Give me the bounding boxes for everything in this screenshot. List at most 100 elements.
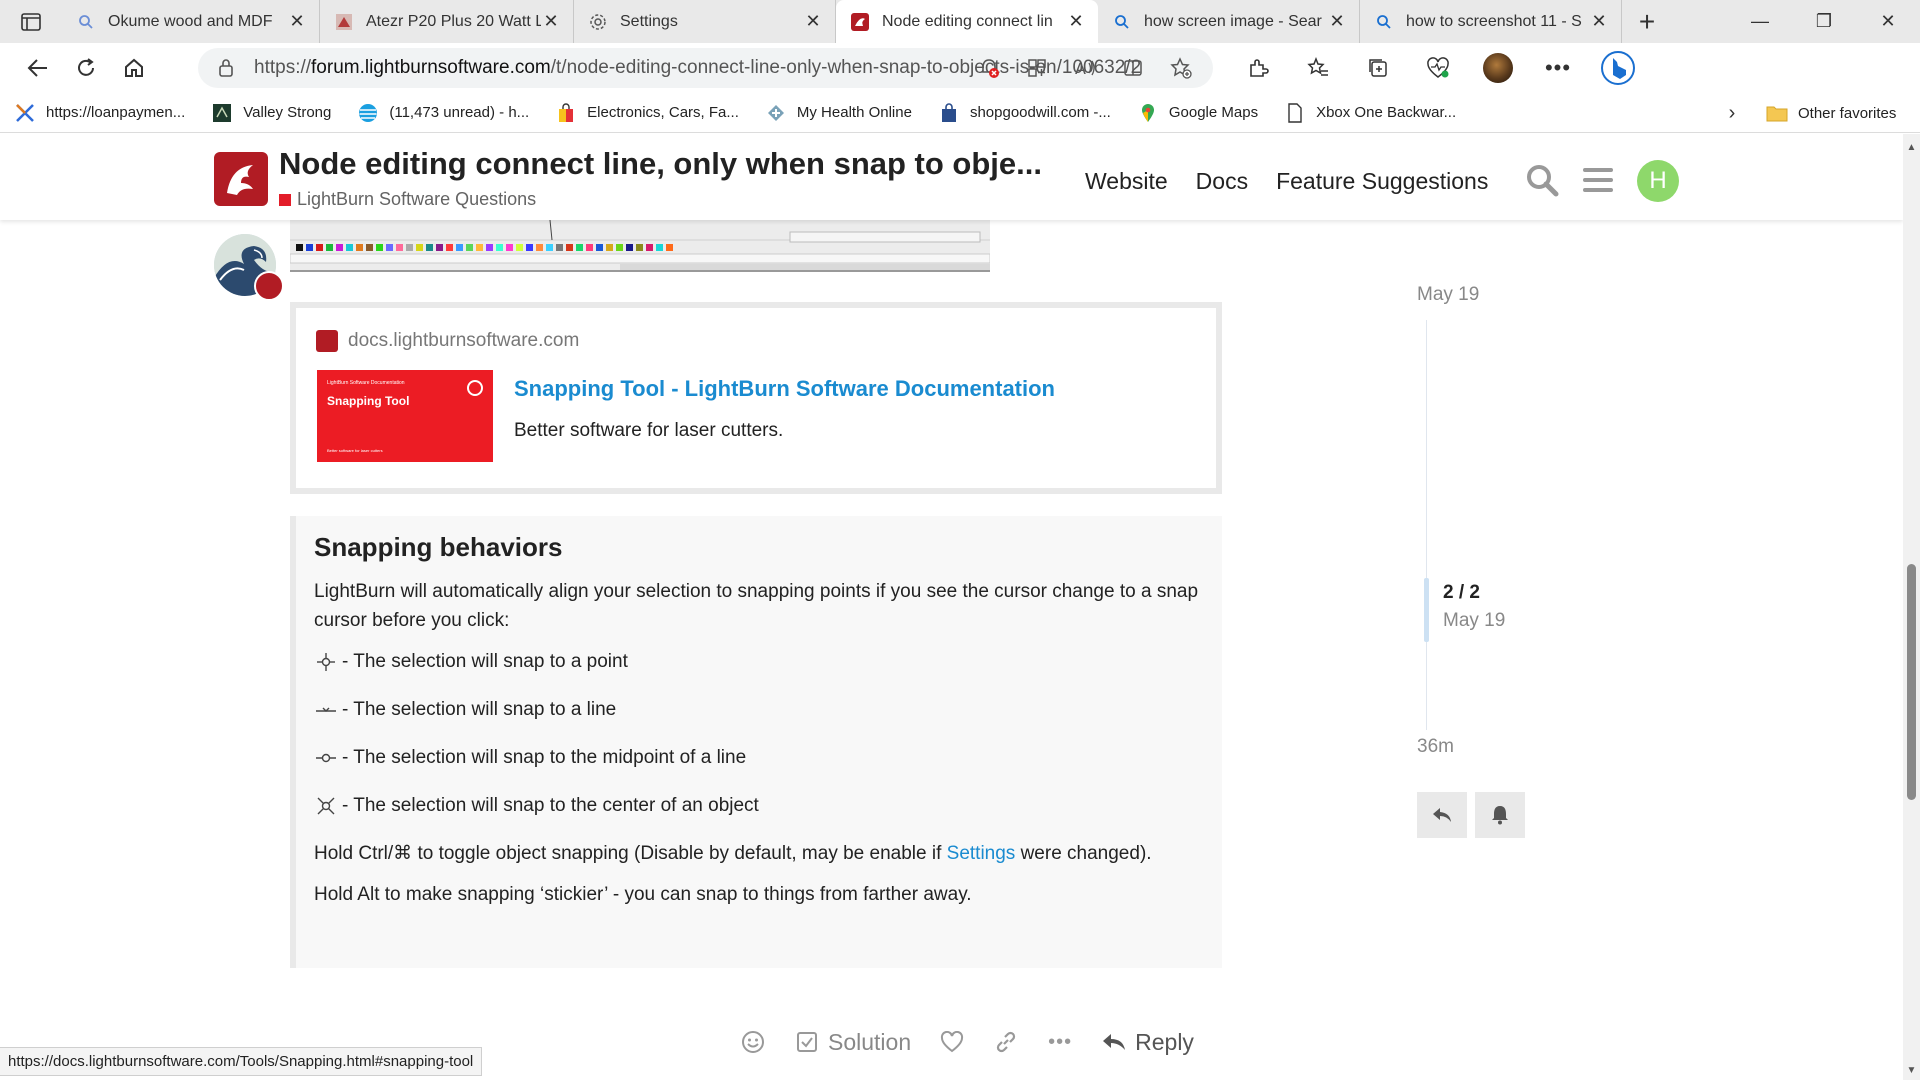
- category-badge[interactable]: LightBurn Software Questions: [279, 189, 536, 210]
- close-icon[interactable]: ✕: [541, 11, 561, 32]
- scroll-up-arrow-icon[interactable]: ▲: [1903, 142, 1920, 153]
- link-source[interactable]: docs.lightburnsoftware.com: [316, 330, 579, 352]
- snap-item: - The selection will snap to a point: [314, 647, 1204, 676]
- scroll-down-arrow-icon[interactable]: ▼: [1903, 1065, 1920, 1076]
- solution-button[interactable]: Solution: [794, 1029, 911, 1056]
- toolbar-right: •••: [1228, 48, 1648, 88]
- shopping-bag-icon: [938, 102, 960, 124]
- timeline-reply-button[interactable]: [1417, 792, 1467, 838]
- checkbox-icon: [794, 1029, 820, 1055]
- back-button[interactable]: [14, 48, 62, 88]
- close-icon[interactable]: ✕: [1589, 11, 1609, 32]
- notification-button[interactable]: [1475, 792, 1525, 838]
- timeline-start-date[interactable]: May 19: [1417, 284, 1479, 306]
- favorite-item[interactable]: shopgoodwill.com -...: [924, 93, 1123, 133]
- tracking-blocked-icon[interactable]: [965, 48, 1013, 88]
- ellipsis-icon: •••: [1048, 1030, 1073, 1053]
- close-icon: ✕: [1880, 11, 1896, 31]
- favorite-item[interactable]: Electronics, Cars, Fa...: [541, 93, 751, 133]
- post-screenshot-image[interactable]: [290, 220, 990, 272]
- snap-item: - The selection will snap to the midpoin…: [314, 743, 1204, 772]
- user-avatar-button[interactable]: H: [1637, 160, 1679, 202]
- react-button[interactable]: [740, 1029, 766, 1055]
- favorite-item[interactable]: Xbox One Backwar...: [1270, 93, 1468, 133]
- read-aloud-icon[interactable]: A: [1061, 48, 1109, 88]
- extensions-icon[interactable]: [1228, 48, 1288, 88]
- more-actions-button[interactable]: •••: [1047, 1029, 1073, 1055]
- favorite-item[interactable]: Google Maps: [1123, 93, 1270, 133]
- nav-feature-suggestions[interactable]: Feature Suggestions: [1276, 168, 1488, 195]
- link-title[interactable]: Snapping Tool - LightBurn Software Docum…: [514, 376, 1055, 402]
- tab-title: Node editing connect lin: [882, 12, 1053, 30]
- search-button[interactable]: [1522, 160, 1562, 200]
- close-window-button[interactable]: ✕: [1856, 0, 1920, 43]
- minimize-button[interactable]: —: [1728, 0, 1792, 43]
- home-button[interactable]: [110, 48, 158, 88]
- topic-title[interactable]: Node editing connect line, only when sna…: [279, 146, 1042, 182]
- close-icon[interactable]: ✕: [287, 11, 307, 32]
- timeline-track[interactable]: [1426, 320, 1427, 730]
- lightburn-icon: [316, 330, 338, 352]
- close-icon[interactable]: ✕: [803, 11, 823, 32]
- svg-text:A: A: [1075, 59, 1086, 78]
- tab-okume[interactable]: Okume wood and MDF ✕: [62, 0, 320, 43]
- lightburn-logo[interactable]: [214, 152, 268, 206]
- apps-icon[interactable]: [1013, 48, 1061, 88]
- close-icon[interactable]: ✕: [1327, 11, 1347, 32]
- nav-docs[interactable]: Docs: [1196, 168, 1248, 195]
- more-icon[interactable]: •••: [1528, 48, 1588, 88]
- favorites-overflow-button[interactable]: ›: [1720, 93, 1744, 133]
- refresh-button[interactable]: [62, 48, 110, 88]
- minimize-icon: —: [1751, 11, 1769, 31]
- link-thumbnail[interactable]: LightBurn Software Documentation Snappin…: [317, 370, 493, 462]
- page-scrollbar[interactable]: ▲ ▼: [1903, 134, 1920, 1080]
- snap-item: - The selection will snap to a line: [314, 695, 1204, 724]
- close-icon[interactable]: ✕: [1066, 11, 1086, 32]
- add-favorite-icon[interactable]: [1157, 48, 1205, 88]
- tab-screenshot-11[interactable]: how to screenshot 11 - S ✕: [1360, 0, 1622, 43]
- tab-actions-button[interactable]: [0, 0, 62, 43]
- share-link-button[interactable]: [993, 1029, 1019, 1055]
- att-globe-icon: [357, 102, 379, 124]
- favorite-item[interactable]: https://loanpaymen...: [0, 93, 197, 133]
- nav-website[interactable]: Website: [1085, 168, 1168, 195]
- heart-icon: [939, 1029, 965, 1055]
- collections-icon[interactable]: [1348, 48, 1408, 88]
- profile-avatar[interactable]: [1468, 48, 1528, 88]
- favorite-item[interactable]: Valley Strong: [197, 93, 343, 133]
- site-header: Node editing connect line, only when sna…: [0, 134, 1903, 220]
- tab-node-editing[interactable]: Node editing connect lin ✕: [836, 0, 1098, 43]
- lock-icon[interactable]: [218, 58, 234, 78]
- bing-copilot-icon[interactable]: [1588, 48, 1648, 88]
- address-bar[interactable]: https://forum.lightburnsoftware.com/t/no…: [198, 48, 1213, 88]
- dragon-logo-icon: [227, 165, 253, 195]
- new-tab-button[interactable]: +: [1622, 0, 1672, 43]
- favorite-item[interactable]: (11,473 unread) - h...: [343, 93, 541, 133]
- performance-icon[interactable]: [1408, 48, 1468, 88]
- health-icon: [765, 102, 787, 124]
- like-button[interactable]: [939, 1029, 965, 1055]
- group-flair-icon: [254, 271, 284, 301]
- tab-settings[interactable]: Settings ✕: [574, 0, 836, 43]
- bank-icon: [211, 102, 233, 124]
- reply-button[interactable]: Reply: [1101, 1029, 1194, 1056]
- link-icon: [993, 1029, 1019, 1055]
- favorite-item[interactable]: My Health Online: [751, 93, 924, 133]
- tab-atezr[interactable]: Atezr P20 Plus 20 Watt L ✕: [320, 0, 574, 43]
- other-favorites[interactable]: Other favorites: [1766, 93, 1896, 133]
- favorites-bar: https://loanpaymen... Valley Strong (11,…: [0, 93, 1920, 133]
- scroll-thumb[interactable]: [1907, 564, 1916, 800]
- quote-heading: Snapping behaviors: [314, 532, 563, 562]
- category-color-icon: [279, 193, 291, 206]
- restore-button[interactable]: ❐: [1792, 0, 1856, 43]
- tab-screen-image[interactable]: how screen image - Sear ✕: [1098, 0, 1360, 43]
- timeline-handle[interactable]: [1424, 578, 1429, 642]
- timeline-last-activity[interactable]: 36m: [1417, 736, 1454, 758]
- settings-link[interactable]: Settings: [947, 843, 1016, 864]
- tab-title: Okume wood and MDF: [108, 12, 273, 30]
- favorites-icon[interactable]: [1288, 48, 1348, 88]
- link-preview-card[interactable]: docs.lightburnsoftware.com LightBurn Sof…: [290, 302, 1222, 494]
- tab-title: how to screenshot 11 - S: [1406, 12, 1582, 30]
- split-screen-icon[interactable]: [1109, 48, 1157, 88]
- hamburger-menu-button[interactable]: [1578, 160, 1618, 200]
